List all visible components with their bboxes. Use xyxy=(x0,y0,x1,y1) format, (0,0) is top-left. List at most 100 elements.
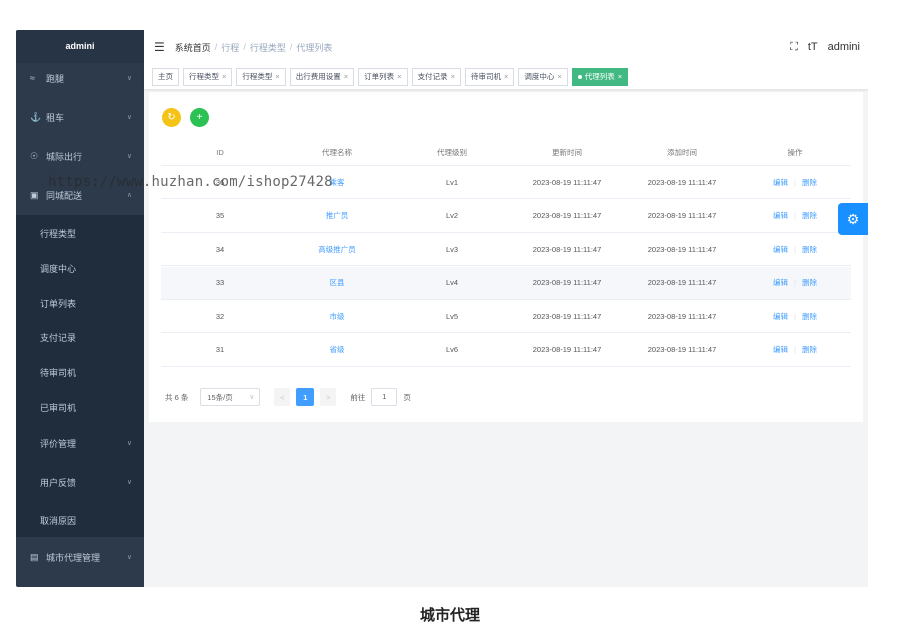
sidebar-item-intercity[interactable]: ☉ 城际出行 ∨ xyxy=(16,141,144,171)
hamburger-icon[interactable]: ☰ xyxy=(154,40,165,54)
cell-added: 2023-08-19 11:11:47 xyxy=(647,177,717,187)
delete-button[interactable]: 删除 xyxy=(802,344,817,355)
table-row[interactable]: 33 区县 Lv4 2023-08-19 11:11:47 2023-08-19 11:… xyxy=(161,266,851,300)
close-icon[interactable]: × xyxy=(451,72,455,81)
chevron-down-icon: ∨ xyxy=(126,479,132,486)
close-icon[interactable]: × xyxy=(618,72,622,81)
delete-button[interactable]: 删除 xyxy=(802,244,817,255)
sidebar-subitem-cancel-reasons[interactable]: 取消原因 xyxy=(16,505,144,535)
action-separator: | xyxy=(794,345,796,354)
truck-icon: ▣ xyxy=(30,189,39,200)
breadcrumb-trip: 行程 xyxy=(221,42,240,53)
edit-button[interactable]: 编辑 xyxy=(773,277,788,288)
delete-button[interactable]: 删除 xyxy=(802,177,817,188)
chevron-down-icon: ∨ xyxy=(126,440,132,447)
breadcrumb: 系统首页 / 行程 / 行程类型 / 代理列表 xyxy=(175,41,333,54)
delete-button[interactable]: 删除 xyxy=(802,311,817,322)
cell-name: 市级 xyxy=(329,311,345,321)
sidebar-subitem-reviews[interactable]: 评价管理 ∨ xyxy=(16,428,144,458)
table-row[interactable]: 31 省级 Lv6 2023-08-19 11:11:47 2023-08-19 11:… xyxy=(161,334,851,367)
tag-3[interactable]: 出行费用设置 × xyxy=(289,67,355,86)
cell-id: 32 xyxy=(215,311,225,321)
next-page-button[interactable]: > xyxy=(320,388,337,406)
settings-float-button[interactable]: ⚙ xyxy=(838,203,868,235)
tag-0[interactable]: 主页 xyxy=(152,67,179,86)
breadcrumb-trip-types: 行程类型 xyxy=(249,42,286,53)
pagination-total: 共 6 条 xyxy=(165,392,189,402)
run-icon: ≈ xyxy=(30,73,35,83)
cell-added: 2023-08-19 11:11:47 xyxy=(647,311,717,321)
tag-label: 调度中心 xyxy=(524,71,555,81)
breadcrumb-agent-list: 代理列表 xyxy=(296,42,333,53)
tag-label: 代理列表 xyxy=(584,71,615,81)
goto-page-input[interactable]: 1 xyxy=(371,388,398,406)
sidebar-subitem-pending-drivers[interactable]: 待审司机 xyxy=(16,357,144,387)
action-separator: | xyxy=(794,244,796,254)
tag-7[interactable]: 调度中心 × xyxy=(518,67,568,86)
cell-level: Lv1 xyxy=(445,177,459,187)
sidebar-item-label: 城市代理管理 xyxy=(46,552,101,563)
tag-5[interactable]: 支付记录 × xyxy=(411,67,461,86)
table-row[interactable]: 34 高级推广员 Lv3 2023-08-19 11:11:47 2023-08-19 … xyxy=(161,233,851,266)
tag-label: 待审司机 xyxy=(470,71,501,81)
sidebar-item-rental[interactable]: ⚓ 租车 ∨ xyxy=(16,102,144,132)
app-window: admini ≈ 跑腿 ∨ ⚓ 租车 ∨ ☉ 城际出行 ∨ ▣ 同城配送 ∧ 行… xyxy=(16,30,868,587)
edit-button[interactable]: 编辑 xyxy=(773,177,788,188)
chevron-down-icon: ∨ xyxy=(249,394,255,401)
sidebar-item-city-agent[interactable]: ▤ 城市代理管理 ∨ xyxy=(16,542,144,572)
cell-level: Lv6 xyxy=(445,345,459,354)
sidebar-subitem-payments[interactable]: 支付记录 xyxy=(16,322,144,352)
sidebar-item-label: 跑腿 xyxy=(46,73,65,84)
top-navbar: ☰ 系统首页 / 行程 / 行程类型 / 代理列表 ⛶ tT admini xyxy=(144,30,868,64)
cell-updated: 2023-08-19 11:11:47 xyxy=(532,177,602,187)
tag-8[interactable]: 代理列表 × xyxy=(571,67,629,86)
chevron-up-icon: ∧ xyxy=(126,192,132,199)
delete-button[interactable]: 删除 xyxy=(802,210,817,221)
cell-name: 推广员 xyxy=(325,211,349,220)
sidebar-item-errand[interactable]: ≈ 跑腿 ∨ xyxy=(16,63,144,93)
delete-button[interactable]: 删除 xyxy=(802,277,817,288)
edit-button[interactable]: 编辑 xyxy=(773,244,788,255)
tag-4[interactable]: 订单列表 × xyxy=(358,67,408,86)
font-size-icon[interactable]: tT xyxy=(808,41,818,53)
sidebar: admini ≈ 跑腿 ∨ ⚓ 租车 ∨ ☉ 城际出行 ∨ ▣ 同城配送 ∧ 行… xyxy=(16,30,144,587)
tag-6[interactable]: 待审司机 × xyxy=(464,67,515,86)
action-separator: | xyxy=(794,177,796,187)
close-icon[interactable]: × xyxy=(397,72,401,81)
prev-page-button[interactable]: < xyxy=(274,388,291,406)
active-dot-icon xyxy=(577,74,582,79)
clipboard-icon: ▤ xyxy=(30,551,39,562)
sidebar-subitem-approved-drivers[interactable]: 已审司机 xyxy=(16,392,144,422)
col-header-actions: 操作 xyxy=(787,148,803,157)
fullscreen-icon[interactable]: ⛶ xyxy=(790,41,798,54)
tag-label: 行程类型 xyxy=(189,71,219,81)
refresh-button[interactable]: ↻ xyxy=(162,108,181,127)
sidebar-subitem-trip-types[interactable]: 行程类型 xyxy=(16,218,144,248)
sidebar-subitem-feedback[interactable]: 用户反馈 ∨ xyxy=(16,467,144,497)
close-icon[interactable]: × xyxy=(275,72,279,81)
tag-2[interactable]: 行程类型 × xyxy=(236,67,286,86)
sidebar-subitem-dispatch[interactable]: 调度中心 xyxy=(16,253,144,283)
tag-1[interactable]: 行程类型 × xyxy=(183,67,233,86)
goto-suffix: 页 xyxy=(403,392,411,402)
close-icon[interactable]: × xyxy=(557,72,561,81)
user-name[interactable]: admini xyxy=(828,41,860,53)
page-size-select[interactable]: 15条/页 ∨ xyxy=(200,388,261,406)
cell-updated: 2023-08-19 11:11:47 xyxy=(532,244,602,254)
close-icon[interactable]: × xyxy=(504,72,508,81)
sidebar-subitem-orders[interactable]: 订单列表 xyxy=(16,288,144,318)
cell-updated: 2023-08-19 11:11:47 xyxy=(532,311,602,321)
edit-button[interactable]: 编辑 xyxy=(773,311,788,322)
close-icon[interactable]: × xyxy=(344,72,348,81)
table-row[interactable]: 35 推广员 Lv2 2023-08-19 11:11:47 2023-08-19 11… xyxy=(161,200,851,233)
close-icon[interactable]: × xyxy=(222,72,226,81)
edit-button[interactable]: 编辑 xyxy=(773,210,788,221)
edit-button[interactable]: 编辑 xyxy=(773,344,788,355)
add-button[interactable]: + xyxy=(190,108,209,127)
cell-level: Lv3 xyxy=(445,244,459,254)
tag-label: 行程类型 xyxy=(242,71,273,81)
breadcrumb-home[interactable]: 系统首页 xyxy=(175,41,211,54)
table-row[interactable]: 32 市级 Lv5 2023-08-19 11:11:47 2023-08-19 11:… xyxy=(161,300,851,333)
location-icon: ☉ xyxy=(30,150,39,161)
page-number-current[interactable]: 1 xyxy=(296,388,315,406)
